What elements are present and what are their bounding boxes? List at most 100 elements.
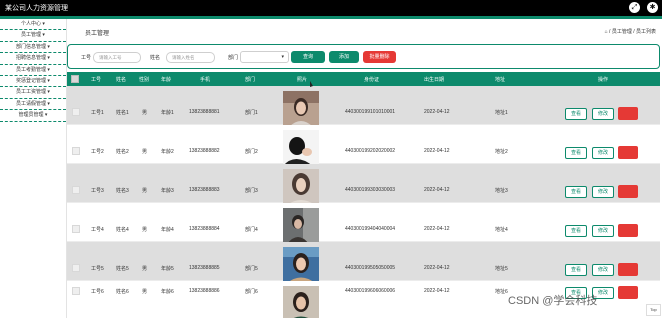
cell-phone: 13823888885 — [189, 265, 220, 271]
sidebar-item-label: 个人中心 — [21, 21, 42, 27]
column-header: 照片 — [297, 77, 308, 83]
column-header[interactable]: 工号 — [91, 76, 101, 83]
query-button[interactable]: 查询 — [291, 51, 325, 63]
cell-birth-date: 2022-04-12 — [424, 288, 450, 294]
sidebar-item-rewards[interactable]: 奖惩登记管理 ▾ — [0, 76, 66, 88]
sidebar-item-label: 奖惩登记管理 — [16, 77, 47, 84]
employee-photo[interactable] — [283, 91, 319, 127]
cell-address: 地址6 — [495, 289, 508, 295]
page-title: 员工管理 — [85, 31, 110, 37]
sidebar-item-label: 管理员管理 — [18, 112, 44, 119]
name-input[interactable] — [166, 52, 215, 63]
employee-no-label: 工号 — [81, 55, 92, 61]
cell-name: 姓名3 — [116, 188, 129, 194]
employee-no-input[interactable] — [93, 52, 141, 63]
column-header[interactable]: 手机 — [200, 76, 210, 83]
view-button[interactable]: 查看 — [565, 147, 587, 159]
sidebar-item-leave[interactable]: 员工请假管理 ▾ — [0, 99, 66, 111]
cell-birth-date: 2022-04-12 — [424, 109, 450, 115]
edit-button[interactable]: 修改 — [592, 225, 614, 237]
cell-employee-no: 工号4 — [91, 227, 104, 233]
chevron-down-icon: ▾ — [281, 54, 284, 60]
employee-photo[interactable] — [283, 169, 319, 205]
add-button[interactable]: 添加 — [329, 51, 359, 63]
sidebar: 个人中心 ▾ 员工管理 ▾ 部门信息管理 ▾ 招聘信息管理 ▾ 员工考勤管理 ▾… — [0, 19, 67, 318]
sidebar-item-profile[interactable]: 个人中心 ▾ — [0, 19, 66, 31]
sidebar-item-attendance[interactable]: 员工考勤管理 ▾ — [0, 65, 66, 76]
edit-button[interactable]: 修改 — [592, 108, 614, 120]
cell-id-card: 440300199606060006 — [345, 288, 396, 294]
row-checkbox[interactable] — [72, 225, 80, 233]
filter-bar: 工号 姓名 部门 ▾ 查询 添加 批量删除 — [67, 44, 660, 69]
table-row: 工号5 姓名5 男 年龄5 13823888885 部门5 4403001995… — [67, 242, 660, 283]
cell-address: 地址2 — [495, 149, 508, 155]
row-checkbox[interactable] — [72, 108, 80, 116]
delete-button[interactable] — [618, 286, 638, 299]
department-label: 部门 — [228, 55, 239, 61]
delete-button[interactable] — [618, 185, 638, 198]
row-checkbox[interactable] — [72, 186, 80, 194]
cell-age: 年龄4 — [161, 227, 174, 233]
column-header[interactable]: 出生日期 — [424, 76, 444, 83]
view-button[interactable]: 查看 — [565, 264, 587, 276]
employee-photo[interactable] — [283, 247, 319, 283]
delete-button[interactable] — [618, 107, 638, 120]
row-checkbox[interactable] — [72, 147, 80, 155]
delete-button[interactable] — [618, 224, 638, 237]
user-avatar-icon[interactable]: ✱ — [647, 2, 658, 13]
cell-gender: 男 — [142, 266, 148, 272]
sidebar-item-label: 员工请假管理 — [16, 100, 47, 107]
sidebar-item-recruitment[interactable]: 招聘信息管理 ▾ — [0, 53, 66, 65]
column-header[interactable]: 年龄 — [161, 76, 171, 83]
cell-name: 姓名4 — [116, 227, 129, 233]
sidebar-item-label: 员工考勤管理 — [16, 66, 47, 73]
batch-delete-button[interactable]: 批量删除 — [363, 51, 396, 63]
column-header[interactable]: 部门 — [245, 76, 255, 83]
fullscreen-icon[interactable]: ⤢ — [629, 2, 640, 13]
view-button[interactable]: 查看 — [565, 108, 587, 120]
cell-department: 部门3 — [245, 188, 258, 194]
cell-employee-no: 工号2 — [91, 149, 104, 155]
view-button[interactable]: 查看 — [565, 186, 587, 198]
sidebar-item-employees[interactable]: 员工管理 ▾ — [0, 30, 66, 42]
sidebar-item-admins[interactable]: 管理员管理 ▾ — [0, 110, 66, 122]
edit-button[interactable]: 修改 — [592, 264, 614, 276]
back-to-top-button[interactable]: Top — [646, 304, 661, 316]
delete-button[interactable] — [618, 263, 638, 276]
cell-gender: 男 — [142, 289, 148, 295]
cell-id-card: 440300199202020002 — [345, 148, 396, 154]
cell-id-card: 440300199505050005 — [345, 265, 396, 271]
cell-employee-no: 工号6 — [91, 289, 104, 295]
column-header[interactable]: 性别 — [139, 76, 149, 83]
department-select[interactable]: ▾ — [240, 51, 289, 63]
cell-birth-date: 2022-04-12 — [424, 187, 450, 193]
employee-photo[interactable] — [283, 286, 319, 318]
row-checkbox[interactable] — [72, 264, 80, 272]
column-header[interactable]: 身份证 — [364, 76, 379, 83]
column-header[interactable]: 地址 — [495, 76, 505, 83]
cell-gender: 男 — [142, 110, 148, 116]
cell-address: 地址5 — [495, 266, 508, 272]
cell-gender: 男 — [142, 227, 148, 233]
cell-department: 部门2 — [245, 149, 258, 155]
select-all-checkbox[interactable] — [71, 75, 79, 83]
employee-photo[interactable] — [283, 208, 319, 244]
breadcrumb[interactable]: ⌂ / 员工管理 / 员工列表 — [605, 28, 656, 35]
cell-id-card: 440300199101010001 — [345, 109, 396, 115]
cell-name: 姓名5 — [116, 266, 129, 272]
table-row: 工号1 姓名1 男 年龄1 13823888881 部门1 4403001991… — [67, 86, 660, 127]
cell-department: 部门1 — [245, 110, 258, 116]
cell-age: 年龄5 — [161, 266, 174, 272]
delete-button[interactable] — [618, 146, 638, 159]
cell-phone: 13823888882 — [189, 148, 220, 154]
sidebar-item-departments[interactable]: 部门信息管理 ▾ — [0, 42, 66, 54]
row-checkbox[interactable] — [72, 287, 80, 295]
employee-photo[interactable] — [283, 130, 319, 166]
edit-button[interactable]: 修改 — [592, 147, 614, 159]
sidebar-item-salary[interactable]: 员工工资管理 ▾ — [0, 87, 66, 99]
column-header[interactable]: 姓名 — [116, 76, 126, 83]
edit-button[interactable]: 修改 — [592, 186, 614, 198]
view-button[interactable]: 查看 — [565, 225, 587, 237]
cell-address: 地址1 — [495, 110, 508, 116]
cell-phone: 13823888881 — [189, 109, 220, 115]
